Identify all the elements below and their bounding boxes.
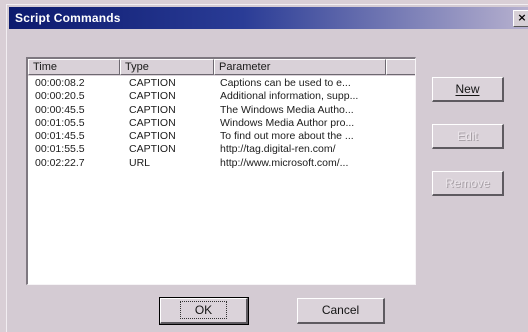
cell-type: CAPTION [129,116,176,129]
remove-button[interactable]: Remove [432,171,504,196]
column-header-type[interactable]: Type [120,59,214,75]
table-row[interactable]: 00:00:20.5 CAPTION Additional informatio… [28,90,415,103]
cell-type: CAPTION [129,103,176,116]
cell-time: 00:01:05.5 [35,116,85,129]
list-rows: 00:00:08.2 CAPTION Captions can be used … [28,76,415,170]
column-header-time[interactable]: Time [28,59,120,75]
edit-button[interactable]: Edit [432,124,504,149]
cell-parameter: http://www.microsoft.com/... [220,156,349,169]
cell-type: URL [129,156,151,169]
column-header-filler [386,59,415,75]
cell-type: CAPTION [129,77,176,89]
cell-parameter: To find out more about the ... [220,130,354,143]
table-row[interactable]: 00:01:45.5 CAPTION To find out more abou… [28,130,415,143]
table-row[interactable]: 00:00:45.5 CAPTION The Windows Media Aut… [28,104,415,117]
cell-parameter: http://tag.digital-ren.com/ [220,143,336,156]
cell-time: 00:01:55.5 [35,143,85,156]
column-header-parameter[interactable]: Parameter [214,59,386,75]
close-button[interactable]: × [513,10,528,27]
script-commands-list[interactable]: Time Type Parameter 00:00:08.2 CAPTION C… [26,57,416,285]
list-header: Time Type Parameter [28,59,415,76]
table-row[interactable]: 00:01:05.5 CAPTION Windows Media Author … [28,117,415,130]
cell-time: 00:01:45.5 [35,130,85,143]
title-bar[interactable]: Script Commands × [9,7,528,29]
close-icon: × [517,11,527,24]
cell-time: 00:02:22.7 [35,156,85,169]
new-button[interactable]: New [432,77,504,102]
cell-parameter: Captions can be used to e... [220,77,351,89]
dialog-title: Script Commands [15,11,121,25]
cancel-button[interactable]: Cancel [297,298,385,324]
cell-time: 00:00:45.5 [35,103,85,116]
table-row[interactable]: 00:00:08.2 CAPTION Captions can be used … [28,77,415,90]
ok-button[interactable]: OK [159,297,249,325]
ok-button-label: OK [179,301,228,319]
cell-time: 00:00:08.2 [35,77,85,89]
cell-type: CAPTION [129,130,176,143]
cell-parameter: Additional information, supp... [220,90,359,103]
table-row[interactable]: 00:02:22.7 URL http://www.microsoft.com/… [28,157,415,170]
cell-parameter: The Windows Media Autho... [220,103,354,116]
cell-time: 00:00:20.5 [35,90,85,103]
cell-parameter: Windows Media Author pro... [220,116,355,129]
cell-type: CAPTION [129,143,176,156]
cell-type: CAPTION [129,90,176,103]
table-row[interactable]: 00:01:55.5 CAPTION http://tag.digital-re… [28,143,415,156]
